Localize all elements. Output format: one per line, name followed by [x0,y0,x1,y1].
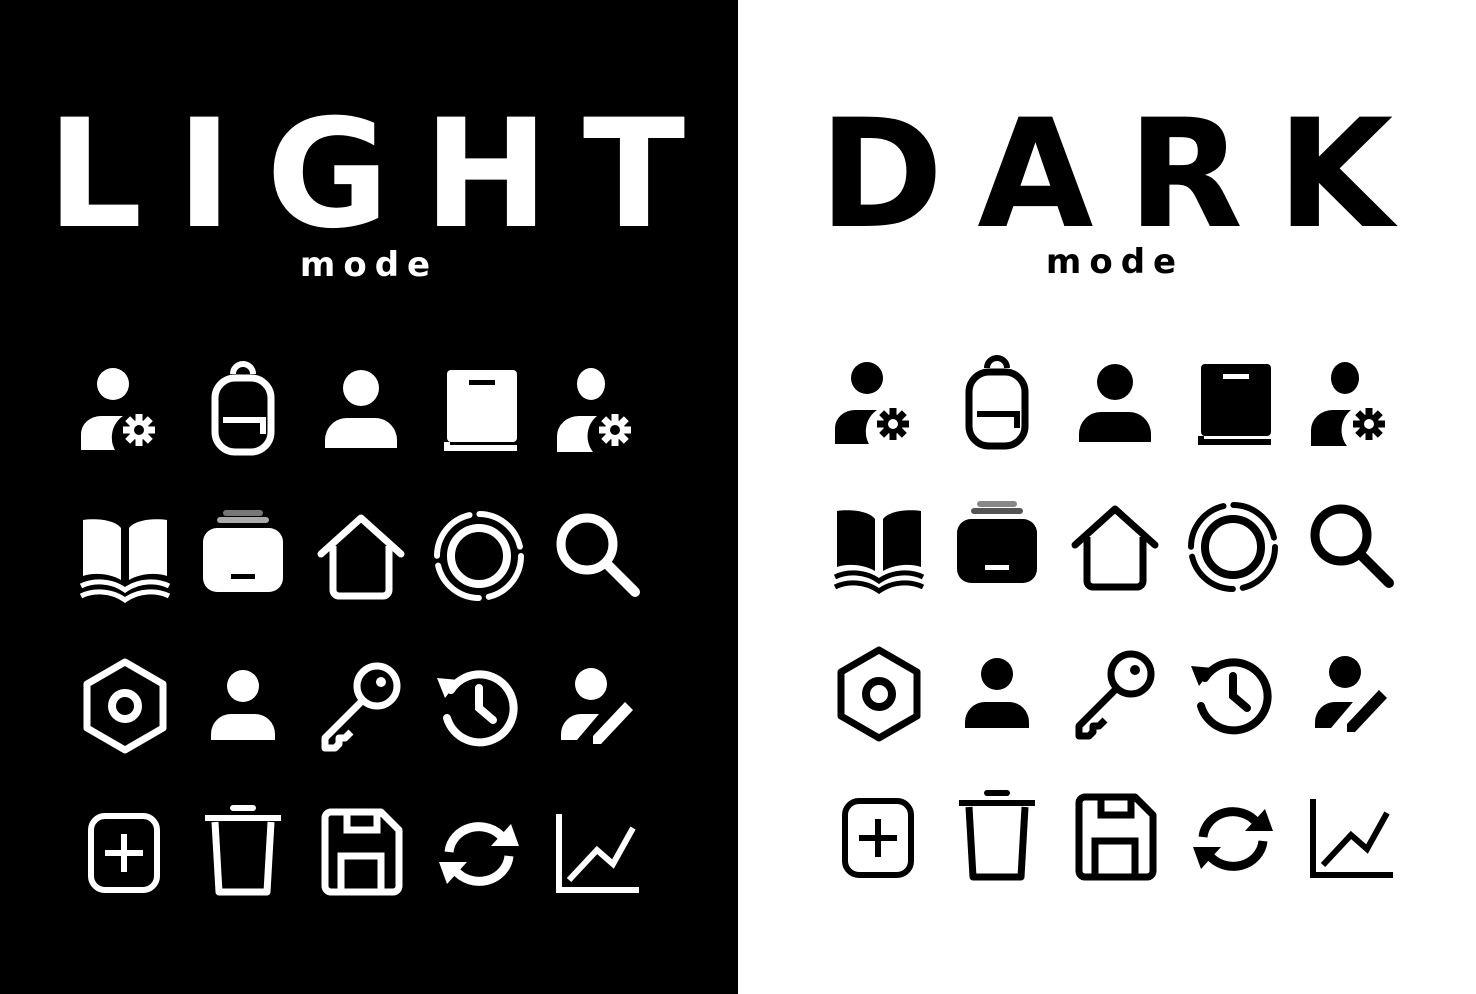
save-icon [1075,793,1157,881]
hex-nut-icon [83,658,167,754]
add-square-icon [88,813,160,893]
home-icon [317,514,405,600]
user-settings-outline-icon [1311,362,1386,446]
search-icon [556,513,640,597]
key-icon [1075,650,1155,740]
light-title: LIGHT [46,88,720,262]
user-settings-icon [835,362,910,444]
user-icon [325,370,397,448]
hex-nut-icon [837,646,921,742]
light-mode-panel: LIGHT mode [0,0,738,994]
user-settings-icon [81,368,156,450]
save-icon [321,808,403,896]
archive-drawer-icon [957,501,1037,583]
user-settings-outline-icon [557,368,632,452]
user-icon [1079,364,1151,442]
book-icon [444,370,517,451]
archive-drawer-icon [203,510,283,592]
loading-ring-icon [1188,502,1278,592]
dark-icon-grid [820,354,1410,934]
book-icon [1198,364,1271,445]
line-chart-icon [1310,799,1393,878]
trash-icon [205,805,281,896]
backpack-icon [211,361,275,456]
light-icon-grid [66,360,656,952]
light-subtitle: mode [299,245,439,285]
open-book-icon [79,519,171,604]
dark-subtitle: mode [1045,242,1185,282]
user-edit-icon [561,668,633,744]
add-square-icon [842,798,914,878]
refresh-icon [1193,807,1273,871]
history-icon [437,670,518,747]
user-edit-icon [1315,656,1387,732]
backpack-icon [965,355,1029,450]
line-chart-icon [556,814,639,893]
person-icon [211,670,275,740]
trash-icon [959,790,1035,881]
dark-mode-panel: DARK mode [738,0,1476,994]
refresh-icon [439,822,519,886]
home-icon [1071,505,1159,591]
key-icon [321,662,401,752]
search-icon [1310,504,1394,588]
dark-title: DARK [818,88,1428,262]
loading-ring-icon [434,511,524,601]
history-icon [1191,658,1272,735]
person-icon [965,658,1029,728]
open-book-icon [833,510,925,595]
